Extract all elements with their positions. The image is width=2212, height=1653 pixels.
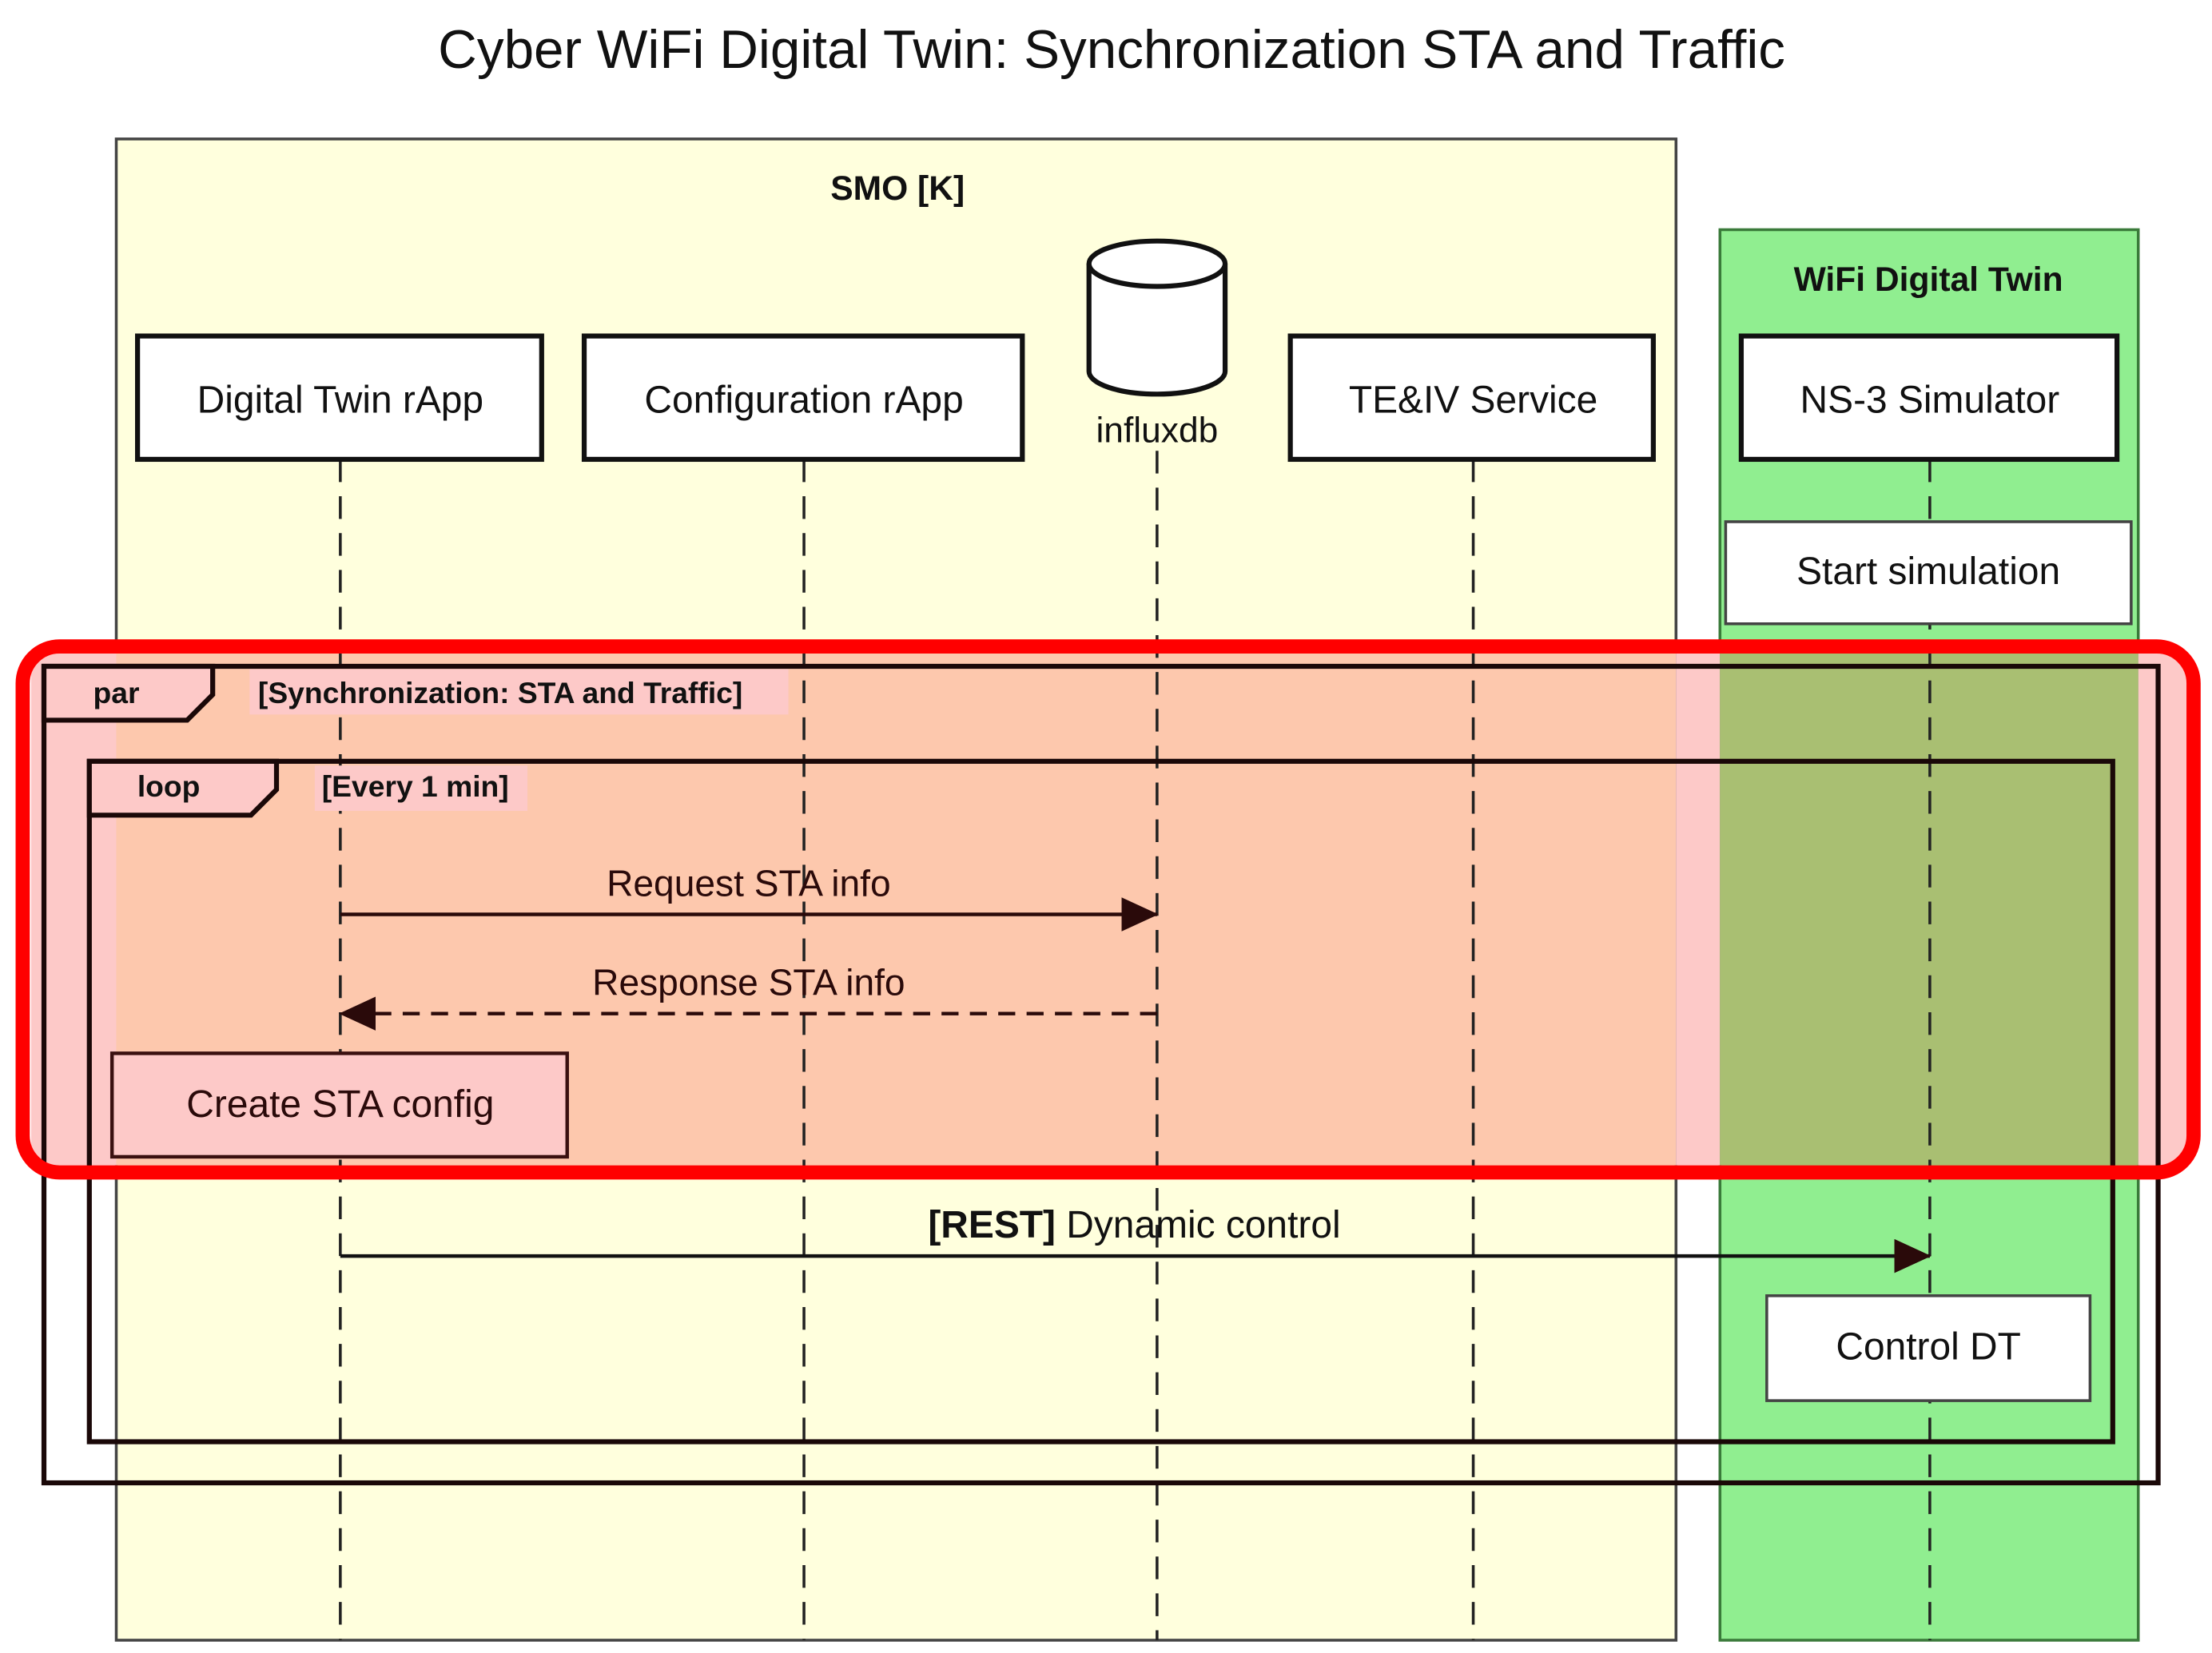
participant-influxdb-label: influxdb [1096,411,1218,451]
loop-condition: [Every 1 min] [322,769,509,803]
message-response-label: Response STA info [592,962,905,1003]
rest-text: Dynamic control [1056,1204,1341,1246]
sequence-diagram: Cyber WiFi Digital Twin: Synchronization… [15,20,2201,1642]
participant-config-rapp[interactable]: Configuration rApp [581,333,1025,463]
note-create-sta-config: Create STA config [109,1051,569,1159]
diagram-title: Cyber WiFi Digital Twin: Synchronization… [438,20,1785,80]
note-create-sta-label: Create STA config [186,1083,494,1126]
participant-dt-rapp-label: Digital Twin rApp [197,379,483,421]
participant-teiv[interactable]: TE&IV Service [1287,333,1657,463]
participant-teiv-label: TE&IV Service [1349,379,1597,421]
smo-group-label: SMO [K] [830,169,965,208]
participant-dt-rapp[interactable]: Digital Twin rApp [135,333,544,463]
highlight-tint-right [2138,652,2188,1166]
database-icon-top [1086,238,1228,289]
wifi-dt-group-label: WiFi Digital Twin [1794,260,2063,299]
participant-config-rapp-label: Configuration rApp [644,379,963,421]
participant-ns3-label: NS-3 Simulator [1800,379,2060,421]
highlight-tint-gap [1676,652,1721,1166]
par-condition: [Synchronization: STA and Traffic] [258,676,742,709]
participant-ns3[interactable]: NS-3 Simulator [1738,333,2120,463]
rest-prefix: [REST] [928,1204,1056,1246]
note-control-dt: Control DT [1765,1294,2092,1402]
note-start-simulation: Start simulation [1724,520,2133,626]
message-request-label: Request STA info [607,862,891,904]
note-start-simulation-label: Start simulation [1796,550,2060,593]
par-keyword: par [93,676,140,709]
note-control-dt-label: Control DT [1836,1326,2021,1369]
loop-keyword: loop [137,769,201,803]
participant-influxdb[interactable]: influxdb [1086,238,1228,451]
message-rest-label: [REST] Dynamic control [928,1204,1340,1246]
